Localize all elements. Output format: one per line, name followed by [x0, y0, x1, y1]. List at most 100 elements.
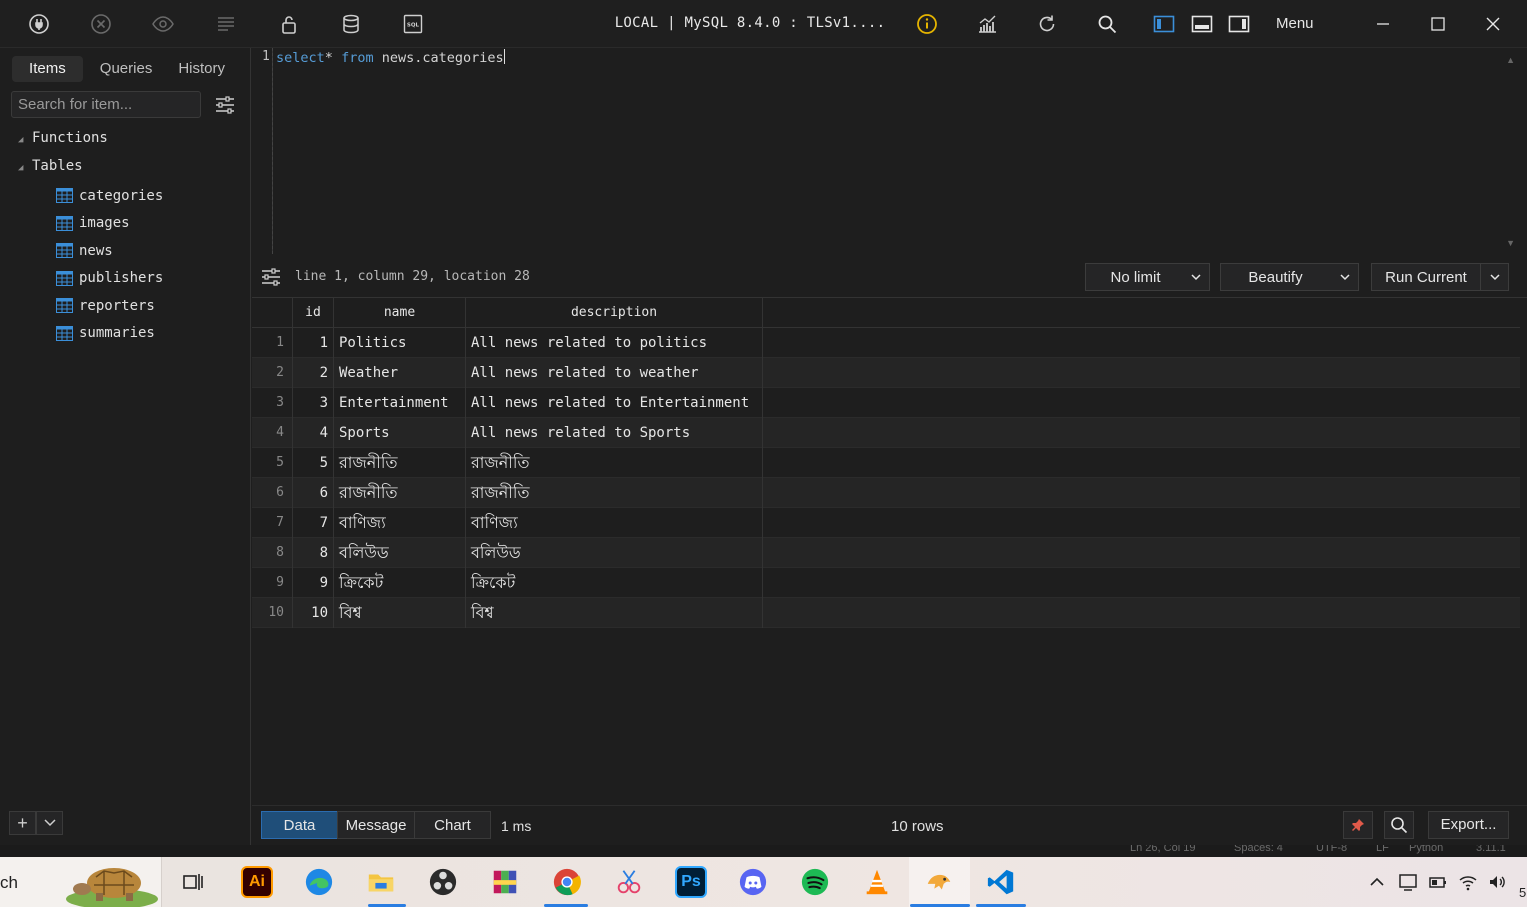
cell-id[interactable]: 2	[293, 358, 334, 388]
cell-description[interactable]: All news related to weather	[466, 358, 763, 388]
cell-name[interactable]: Weather	[334, 358, 466, 388]
disconnect-icon[interactable]	[89, 12, 113, 36]
cell-name[interactable]: বাণিজ্য	[334, 508, 466, 538]
add-button[interactable]: +	[9, 811, 36, 835]
table-item-summaries[interactable]: summaries	[56, 320, 163, 348]
vlc-player-icon[interactable]	[861, 866, 893, 898]
table-row[interactable]: 2 2 Weather All news related to weather	[252, 358, 1520, 388]
cell-id[interactable]: 6	[293, 478, 334, 508]
cell-description[interactable]: All news related to Sports	[466, 418, 763, 448]
file-explorer-icon[interactable]	[365, 866, 397, 898]
tree-group-tables[interactable]: ◢ Tables	[18, 158, 83, 174]
illustrator-icon[interactable]: Ai	[241, 866, 273, 898]
db-tool-icon[interactable]	[923, 866, 955, 898]
volume-icon[interactable]	[1487, 872, 1507, 892]
table-item-publishers[interactable]: publishers	[56, 265, 163, 293]
maximize-icon[interactable]	[1426, 12, 1450, 36]
result-grid[interactable]: id name description 1 1 Politics All new…	[252, 298, 1520, 628]
table-item-reporters[interactable]: reporters	[56, 292, 163, 320]
scroll-down-arrow-icon[interactable]: ▼	[1506, 238, 1515, 248]
tab-history[interactable]: History	[165, 56, 238, 82]
spotify-icon[interactable]	[799, 866, 831, 898]
tab-message[interactable]: Message	[337, 811, 415, 839]
refresh-icon[interactable]	[1035, 12, 1059, 36]
table-row[interactable]: 8 8 বলিউড বলিউড	[252, 538, 1520, 568]
tab-data[interactable]: Data	[261, 811, 338, 839]
sql-editor[interactable]: 1 select* from news.categories ▲ ▼	[252, 48, 1527, 258]
cell-id[interactable]: 3	[293, 388, 334, 418]
table-row[interactable]: 1 1 Politics All news related to politic…	[252, 328, 1520, 358]
cell-description[interactable]: ক্রিকেট	[466, 568, 763, 598]
cell-id[interactable]: 9	[293, 568, 334, 598]
snipping-tool-icon[interactable]	[613, 866, 645, 898]
cell-description[interactable]: বিশ্ব	[466, 598, 763, 628]
vscode-icon[interactable]	[985, 866, 1017, 898]
search-input[interactable]	[11, 91, 201, 118]
cell-id[interactable]: 5	[293, 448, 334, 478]
task-view-icon[interactable]	[177, 866, 209, 898]
layout-left-panel-icon[interactable]	[1152, 12, 1176, 36]
editor-settings-icon[interactable]	[261, 268, 281, 286]
lock-icon[interactable]	[277, 12, 301, 36]
monitor-app-tray-icon[interactable]	[1398, 872, 1418, 892]
preview-eye-icon[interactable]	[151, 12, 175, 36]
tab-items[interactable]: Items	[12, 56, 83, 82]
close-icon[interactable]	[1481, 12, 1505, 36]
connect-icon[interactable]	[27, 12, 51, 36]
cell-description[interactable]: রাজনীতি	[466, 478, 763, 508]
cell-name[interactable]: ক্রিকেট	[334, 568, 466, 598]
table-row[interactable]: 9 9 ক্রিকেট ক্রিকেট	[252, 568, 1520, 598]
cell-id[interactable]: 7	[293, 508, 334, 538]
obs-studio-icon[interactable]	[427, 866, 459, 898]
photoshop-icon[interactable]: Ps	[675, 866, 707, 898]
cell-id[interactable]: 4	[293, 418, 334, 448]
table-item-images[interactable]: images	[56, 210, 163, 238]
show-hidden-icons-chevron-up-icon[interactable]	[1367, 872, 1387, 892]
chrome-browser-icon[interactable]	[551, 866, 583, 898]
column-header-id[interactable]: id	[293, 298, 334, 328]
winrar-icon[interactable]	[489, 866, 521, 898]
table-row[interactable]: 4 4 Sports All news related to Sports	[252, 418, 1520, 448]
table-item-news[interactable]: news	[56, 237, 163, 265]
cell-name[interactable]: Sports	[334, 418, 466, 448]
cell-id[interactable]: 8	[293, 538, 334, 568]
edge-browser-icon[interactable]	[303, 866, 335, 898]
taskbar-search-box[interactable]: ch	[0, 857, 162, 907]
sql-file-icon[interactable]: SQL	[401, 12, 425, 36]
cell-id[interactable]: 1	[293, 328, 334, 358]
cell-name[interactable]: রাজনীতি	[334, 478, 466, 508]
export-button[interactable]: Export...	[1428, 811, 1509, 839]
discord-icon[interactable]	[737, 866, 769, 898]
cell-description[interactable]: বাণিজ্য	[466, 508, 763, 538]
limit-select[interactable]: No limit	[1085, 263, 1210, 291]
menu-button[interactable]: Menu	[1276, 15, 1314, 32]
column-header-description[interactable]: description	[466, 298, 763, 328]
table-row[interactable]: 3 3 Entertainment All news related to En…	[252, 388, 1520, 418]
search-icon[interactable]	[1095, 12, 1119, 36]
cell-description[interactable]: রাজনীতি	[466, 448, 763, 478]
performance-chart-icon[interactable]	[975, 12, 999, 36]
cell-name[interactable]: বলিউড	[334, 538, 466, 568]
cell-description[interactable]: All news related to Entertainment	[466, 388, 763, 418]
table-row[interactable]: 6 6 রাজনীতি রাজনীতি	[252, 478, 1520, 508]
tab-queries[interactable]: Queries	[87, 56, 166, 82]
search-results-button[interactable]	[1384, 811, 1414, 839]
table-item-categories[interactable]: categories	[56, 182, 163, 210]
beautify-button[interactable]: Beautify	[1220, 263, 1359, 291]
cell-description[interactable]: বলিউড	[466, 538, 763, 568]
filter-settings-icon[interactable]	[214, 95, 236, 115]
code-line[interactable]: select* from news.categories	[276, 49, 505, 66]
format-lines-icon[interactable]	[214, 12, 238, 36]
database-icon[interactable]	[339, 12, 363, 36]
cell-description[interactable]: All news related to politics	[466, 328, 763, 358]
wifi-icon[interactable]	[1458, 872, 1478, 892]
column-header-name[interactable]: name	[334, 298, 466, 328]
table-row[interactable]: 5 5 রাজনীতি রাজনীতি	[252, 448, 1520, 478]
cell-name[interactable]: Politics	[334, 328, 466, 358]
run-current-button[interactable]: Run Current	[1371, 263, 1509, 291]
pin-button[interactable]	[1343, 811, 1373, 839]
layout-bottom-panel-icon[interactable]	[1190, 12, 1214, 36]
layout-right-panel-icon[interactable]	[1227, 12, 1251, 36]
scroll-up-arrow-icon[interactable]: ▲	[1506, 55, 1515, 65]
cell-id[interactable]: 10	[293, 598, 334, 628]
